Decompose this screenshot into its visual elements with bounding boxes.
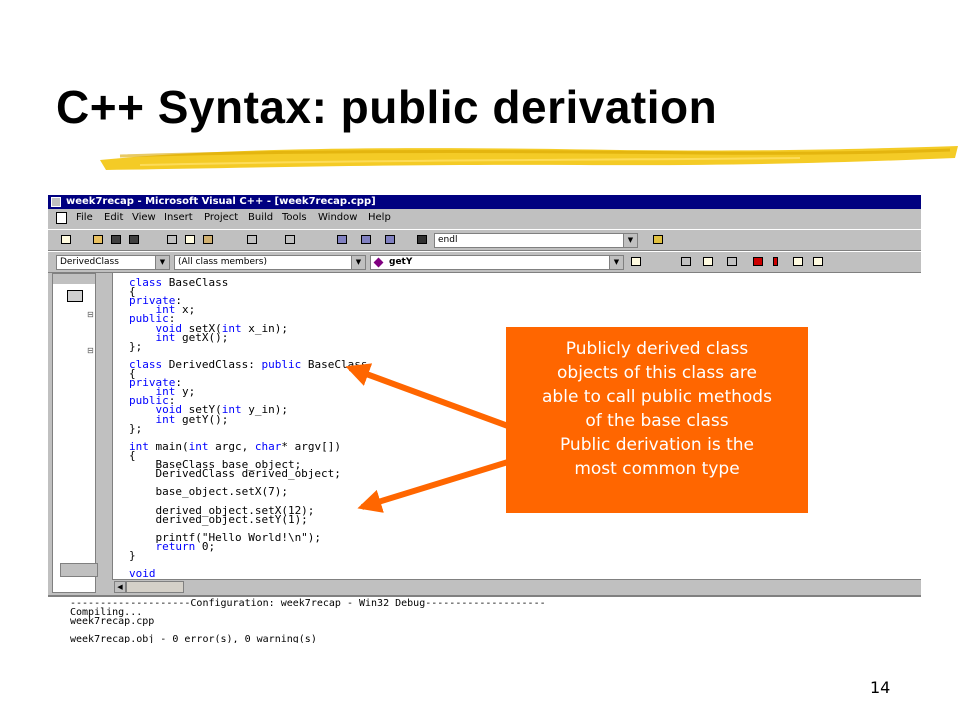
chevron-down-icon[interactable]: ▼: [155, 256, 169, 269]
class-combo-value: DerivedClass: [60, 257, 119, 267]
code-line: int getX();: [155, 330, 229, 344]
chevron-down-icon[interactable]: ▼: [623, 234, 637, 247]
app-window-icon: [51, 197, 61, 207]
stop-build-icon[interactable]: [750, 255, 766, 269]
code-line: };: [129, 421, 143, 435]
menu-edit[interactable]: Edit: [104, 209, 123, 227]
callout-line: most common type: [574, 459, 740, 479]
code-line: int getY();: [155, 412, 229, 426]
output-window-icon[interactable]: [358, 233, 374, 247]
menu-window[interactable]: Window: [318, 209, 357, 227]
workspace-header: [53, 274, 95, 284]
standard-toolbar: endl ▼: [48, 229, 921, 251]
page-number: 14: [870, 678, 891, 697]
save-icon[interactable]: [108, 233, 124, 247]
menu-view[interactable]: View: [132, 209, 156, 227]
chevron-down-icon[interactable]: ▼: [351, 256, 365, 269]
workspace-scrollbar[interactable]: [60, 563, 98, 577]
wizardbar-toolbar: DerivedClass ▼ (All class members) ▼ get…: [48, 251, 921, 273]
new-file-icon[interactable]: [58, 233, 74, 247]
chevron-down-icon[interactable]: ▼: [609, 256, 623, 269]
build-icon[interactable]: [724, 255, 740, 269]
resource-icon[interactable]: [700, 255, 716, 269]
undo-icon[interactable]: [244, 233, 260, 247]
workspace-pane[interactable]: ⊟ ⊟: [52, 273, 96, 593]
menu-tools[interactable]: Tools: [282, 209, 307, 227]
class-view-icon[interactable]: [67, 290, 83, 302]
menu-insert[interactable]: Insert: [164, 209, 193, 227]
scroll-left-arrow-icon[interactable]: ◀: [114, 581, 126, 593]
menu-help[interactable]: Help: [368, 209, 391, 227]
menu-build[interactable]: Build: [248, 209, 273, 227]
tree-expand-icon[interactable]: ⊟: [87, 310, 94, 319]
callout-line: Publicly derived class: [565, 339, 749, 359]
code-line: class DerivedClass: public BaseClass: [129, 357, 368, 371]
output-line: week7recap.obj - 0 error(s), 0 warning(s…: [70, 634, 317, 644]
open-folder-icon[interactable]: [90, 233, 106, 247]
go-icon[interactable]: [790, 255, 806, 269]
code-line: derived_object.setY(1);: [129, 512, 308, 526]
code-line: void: [129, 567, 156, 581]
redo-icon[interactable]: [282, 233, 298, 247]
execute-icon[interactable]: [770, 255, 786, 269]
menu-bar: File Edit View Insert Project Build Tool…: [48, 209, 921, 227]
paste-icon[interactable]: [200, 233, 216, 247]
slide-title: C++ Syntax: public derivation: [56, 81, 718, 133]
function-combo-value: getY: [389, 257, 413, 267]
copy-icon[interactable]: [182, 233, 198, 247]
scroll-thumb[interactable]: [126, 581, 184, 593]
members-combo[interactable]: (All class members) ▼: [174, 255, 366, 270]
tree-expand-icon[interactable]: ⊟: [87, 346, 94, 355]
cut-icon[interactable]: [164, 233, 180, 247]
code-line: class BaseClass: [129, 276, 229, 289]
breakpoint-icon[interactable]: [810, 255, 826, 269]
function-combo[interactable]: getY ▼: [370, 255, 624, 270]
code-line: int main(int argc, char* argv[]): [129, 439, 341, 453]
callout-line: of the base class: [585, 411, 729, 431]
class-combo[interactable]: DerivedClass ▼: [56, 255, 170, 270]
window-titlebar[interactable]: week7recap - Microsoft Visual C++ - [wee…: [48, 195, 921, 209]
callout-line: able to call public methods: [542, 387, 772, 407]
workspace-icon[interactable]: [334, 233, 350, 247]
menu-project[interactable]: Project: [204, 209, 238, 227]
window-title: week7recap - Microsoft Visual C++ - [wee…: [66, 196, 376, 207]
horizontal-scrollbar[interactable]: ◀: [112, 579, 921, 593]
code-line: }: [129, 549, 136, 562]
class-wizard-icon[interactable]: [678, 255, 694, 269]
output-pane[interactable]: --------------------Configuration: week7…: [48, 595, 921, 643]
find-combo[interactable]: endl ▼: [434, 233, 638, 248]
wizard-action-icon[interactable]: [628, 255, 644, 269]
code-line: return 0;: [155, 539, 216, 553]
function-diamond-icon: [373, 257, 384, 268]
save-all-icon[interactable]: [126, 233, 142, 247]
explanation-callout: Publicly derived class objects of this c…: [506, 327, 808, 513]
document-icon[interactable]: [56, 212, 67, 224]
code-line: };: [129, 339, 143, 353]
output-line: week7recap.cpp: [70, 616, 155, 627]
yellow-brush-underline: [100, 146, 958, 170]
menu-file[interactable]: File: [76, 209, 93, 227]
binoculars-icon[interactable]: [414, 233, 430, 247]
window-list-icon[interactable]: [382, 233, 398, 247]
code-line: DerivedClass derived_object;: [129, 467, 341, 481]
members-combo-value: (All class members): [178, 257, 267, 267]
callout-line: Public derivation is the: [559, 435, 754, 455]
find-in-files-icon[interactable]: [650, 233, 666, 247]
callout-line: objects of this class are: [557, 363, 757, 383]
find-combo-value: endl: [438, 235, 458, 245]
code-line: base_object.setX(7);: [129, 485, 288, 499]
